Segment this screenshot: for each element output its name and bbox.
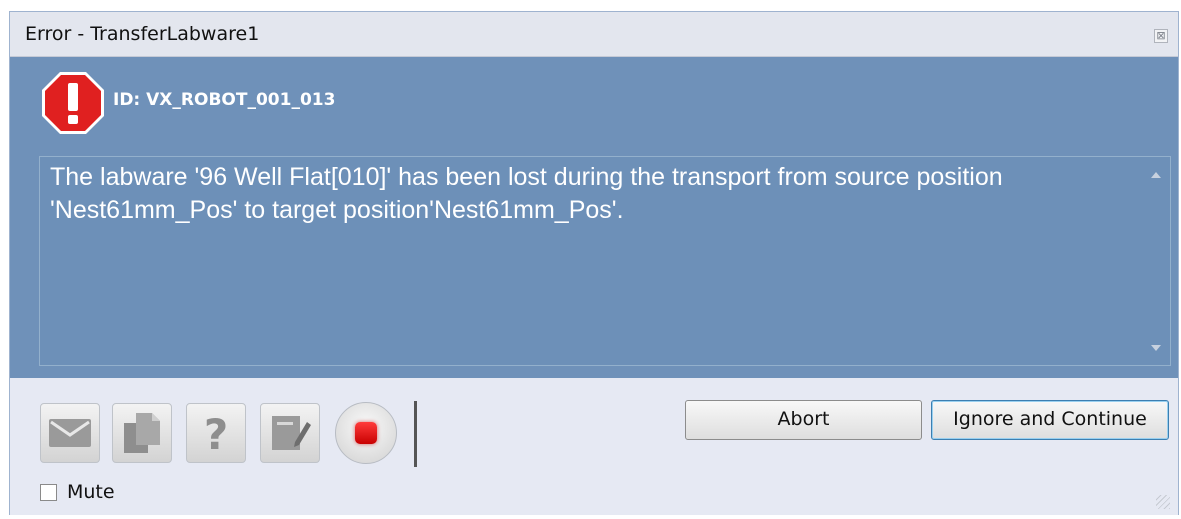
email-button[interactable] xyxy=(40,403,100,463)
mute-label: Mute xyxy=(67,481,115,503)
message-box[interactable]: The labware '96 Well Flat[010]' has been… xyxy=(39,156,1171,366)
error-id: ID: VX_ROBOT_001_013 xyxy=(113,90,336,110)
error-dialog: Error - TransferLabware1 ⊠ ID: VX_ROBOT_… xyxy=(9,11,1179,515)
error-message: The labware '96 Well Flat[010]' has been… xyxy=(50,163,1003,224)
resize-grip-icon[interactable] xyxy=(1156,495,1170,509)
scroll-up-arrow-icon[interactable] xyxy=(1151,172,1161,178)
copy-icon xyxy=(124,413,160,453)
copy-button[interactable] xyxy=(112,403,172,463)
title-bar: Error - TransferLabware1 ⊠ xyxy=(10,12,1178,57)
scroll-down-arrow-icon[interactable] xyxy=(1151,345,1161,351)
ignore-and-continue-button[interactable]: Ignore and Continue xyxy=(931,400,1169,440)
email-icon xyxy=(49,419,91,447)
close-button[interactable]: ⊠ xyxy=(1154,29,1168,43)
mute-checkbox[interactable] xyxy=(40,484,57,501)
stop-sign-exclamation-icon xyxy=(42,72,104,134)
stop-button[interactable] xyxy=(335,402,397,464)
help-button[interactable]: ? xyxy=(186,403,246,463)
window-title: Error - TransferLabware1 xyxy=(25,23,260,45)
toolbar-separator xyxy=(414,401,417,467)
help-icon: ? xyxy=(204,411,228,455)
svg-text:?: ? xyxy=(204,411,228,455)
notes-button[interactable] xyxy=(260,403,320,463)
stop-icon xyxy=(355,422,377,444)
error-panel: ID: VX_ROBOT_001_013 The labware '96 Wel… xyxy=(10,57,1178,378)
notes-icon xyxy=(272,416,311,450)
action-panel: ? Abort Ignore and Continue Mute xyxy=(10,378,1178,515)
abort-button[interactable]: Abort xyxy=(685,400,922,440)
